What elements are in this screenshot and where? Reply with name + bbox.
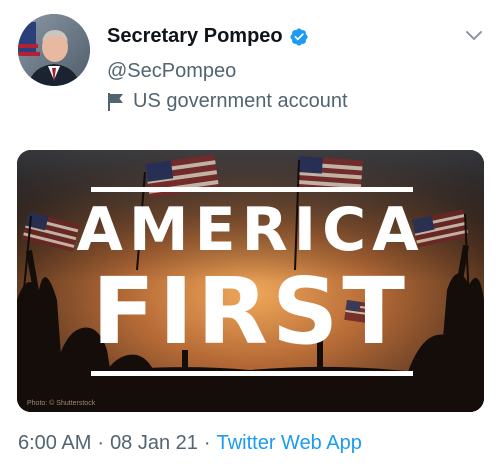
media-headline-line1: AMERICA [76,195,425,265]
headline-rule-bottom [91,371,413,376]
government-account-label: US government account [107,90,348,113]
verified-badge-icon [289,27,309,47]
government-account-text: US government account [133,90,348,112]
flag-icon [107,92,125,112]
tweet-source-link[interactable]: Twitter Web App [217,432,362,455]
media-headline-line2: FIRST [92,258,409,365]
photo-credit: Photo: © Shutterstock [27,400,96,407]
tweet-footer: 6:00 AM · 08 Jan 21 · Twitter Web App [18,432,362,455]
tweet-media-image[interactable]: AMERICA FIRST Photo: © Shutterstock [17,150,484,412]
avatar[interactable] [18,14,90,86]
tweet-time[interactable]: 6:00 AM [18,432,91,455]
more-options-button[interactable] [462,24,486,48]
author-display-name[interactable]: Secretary Pompeo [107,25,283,48]
chevron-down-icon [466,31,482,40]
headline-rule-top [91,187,413,192]
tweet-date[interactable]: 08 Jan 21 [110,432,198,455]
tweet: Secretary Pompeo @SecPompeo US governmen… [0,0,500,472]
footer-separator: · [203,432,211,454]
footer-separator: · [97,432,105,454]
author-name-row: Secretary Pompeo [107,25,309,48]
author-handle[interactable]: @SecPompeo [107,60,236,83]
